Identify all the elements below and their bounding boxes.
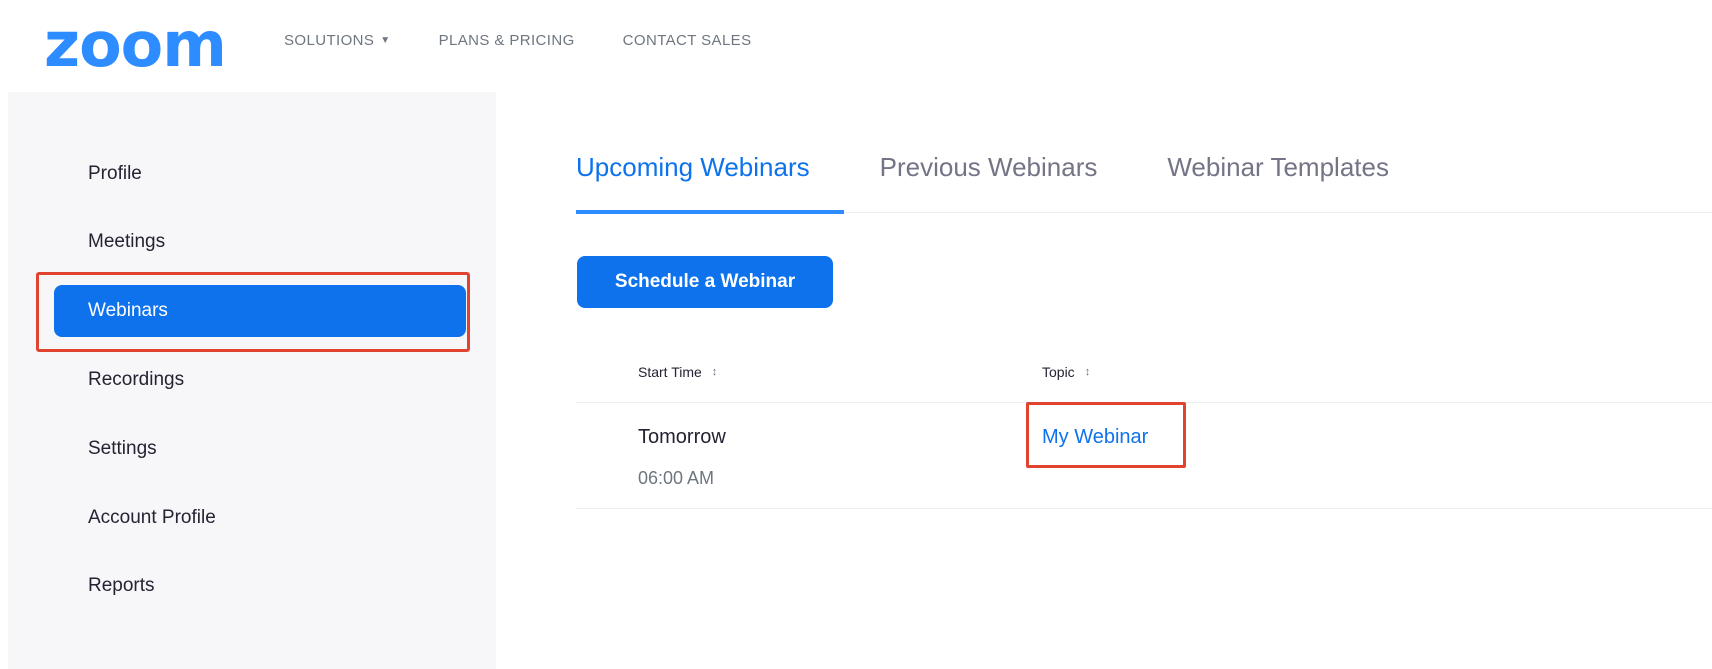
sidebar-item-label: Recordings (88, 369, 185, 390)
tab-webinar-templates[interactable]: Webinar Templates (1167, 144, 1389, 204)
sidebar-item-account-profile[interactable]: Account Profile (54, 492, 466, 544)
active-tab-indicator (576, 210, 844, 214)
zoom-logo[interactable]: zoom (44, 10, 227, 80)
sidebar-item-recordings[interactable]: Recordings (54, 354, 466, 406)
sidebar-item-profile[interactable]: Profile (54, 148, 466, 200)
start-day: Tomorrow (638, 426, 726, 448)
sidebar-item-label: Reports (88, 575, 155, 596)
start-time: 06:00 AM (638, 468, 715, 488)
table-row-divider (576, 508, 1712, 509)
sort-icon: ↕ (1084, 366, 1091, 378)
table-header-divider (576, 402, 1712, 403)
webinar-tabs: Upcoming Webinars Previous Webinars Webi… (576, 144, 1459, 214)
tab-previous-webinars[interactable]: Previous Webinars (880, 144, 1098, 204)
nav-plans-pricing-label: PLANS & PRICING (438, 31, 575, 49)
nav-plans-pricing[interactable]: PLANS & PRICING (439, 32, 575, 49)
nav-contact-sales-label: CONTACT SALES (622, 31, 752, 49)
top-nav-menu: SOLUTIONS ▼ PLANS & PRICING CONTACT SALE… (284, 0, 800, 80)
schedule-webinar-button[interactable]: Schedule a Webinar (577, 256, 833, 308)
nav-solutions[interactable]: SOLUTIONS ▼ (284, 32, 391, 49)
sidebar-item-label: Meetings (88, 231, 166, 252)
sidebar-item-webinars[interactable]: Webinars (54, 285, 466, 337)
sidebar-item-settings[interactable]: Settings (54, 423, 466, 475)
column-header-start-time[interactable]: Start Time ↕ (638, 364, 717, 380)
nav-contact-sales[interactable]: CONTACT SALES (623, 32, 752, 49)
sidebar-item-meetings[interactable]: Meetings (54, 216, 466, 268)
main-content: Upcoming Webinars Previous Webinars Webi… (496, 92, 1712, 669)
sidebar: Profile Meetings Webinars Recordings Set… (8, 92, 496, 669)
tab-upcoming-webinars[interactable]: Upcoming Webinars (576, 144, 810, 204)
column-header-label: Topic (1042, 364, 1075, 380)
top-navigation-bar: zoom SOLUTIONS ▼ PLANS & PRICING CONTACT… (0, 0, 1712, 92)
nav-solutions-label: SOLUTIONS (284, 31, 375, 49)
sidebar-item-label: Webinars (88, 300, 168, 321)
sidebar-item-label: Profile (88, 163, 142, 184)
chevron-down-icon: ▼ (380, 34, 391, 46)
sort-icon: ↕ (711, 366, 718, 378)
sidebar-item-reports[interactable]: Reports (54, 560, 466, 612)
sidebar-item-label: Settings (88, 438, 157, 459)
column-header-topic[interactable]: Topic ↕ (1042, 364, 1090, 380)
webinar-topic-link[interactable]: My Webinar (1042, 426, 1148, 449)
column-header-label: Start Time (638, 364, 702, 380)
sidebar-item-label: Account Profile (88, 507, 216, 528)
